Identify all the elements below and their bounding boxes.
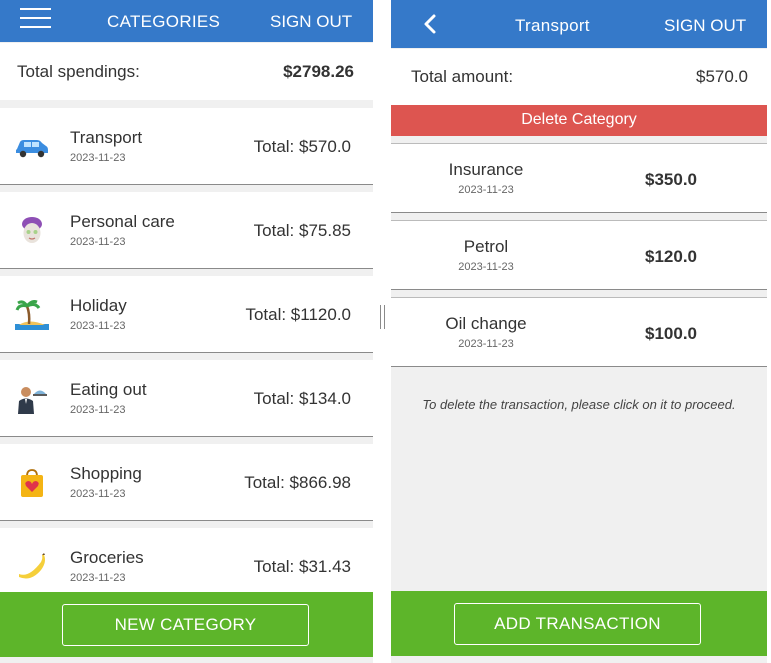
top-bar: CATEGORIES SIGN OUT xyxy=(0,0,373,42)
window-edge xyxy=(767,0,771,663)
category-name: Shopping xyxy=(70,464,142,483)
category-date: 2023-11-23 xyxy=(70,236,126,248)
category-name: Holiday xyxy=(70,296,127,315)
total-amount-label: Total amount: xyxy=(411,67,514,86)
category-total: Total: $570.0 xyxy=(253,137,351,156)
transaction-amount: $100.0 xyxy=(645,324,697,343)
category-date: 2023-11-23 xyxy=(70,488,126,500)
new-category-button[interactable]: NEW CATEGORY xyxy=(62,604,309,646)
transaction-date: 2023-11-23 xyxy=(458,261,514,273)
total-spendings-row: Total spendings: $2798.26 xyxy=(0,43,373,100)
delete-hint-text: To delete the transaction, please click … xyxy=(422,397,736,412)
resize-handle[interactable] xyxy=(380,305,385,329)
page-title: CATEGORIES xyxy=(107,12,221,31)
transaction-item-insurance[interactable]: Insurance 2023-11-23 $350.0 xyxy=(391,143,767,213)
total-amount-row: Total amount: $570.0 xyxy=(391,49,767,105)
transaction-date: 2023-11-23 xyxy=(458,338,514,350)
sign-out-button[interactable]: SIGN OUT xyxy=(664,16,746,36)
category-total: Total: $75.85 xyxy=(253,221,351,240)
bottom-bar: ADD TRANSACTION xyxy=(391,591,767,656)
top-bar: Transport SIGN OUT xyxy=(391,0,767,48)
transaction-amount: $120.0 xyxy=(645,247,697,266)
category-item-shopping[interactable]: Shopping 2023-11-23 Total: $866.98 xyxy=(0,444,373,521)
total-spendings-amount: $2798.26 xyxy=(283,62,354,81)
category-total: Total: $1120.0 xyxy=(245,305,351,324)
sign-out-button[interactable]: SIGN OUT xyxy=(270,12,352,32)
category-date: 2023-11-23 xyxy=(70,152,126,164)
bottom-bar: NEW CATEGORY xyxy=(0,592,373,657)
category-date: 2023-11-23 xyxy=(70,404,126,416)
category-item-transport[interactable]: Transport 2023-11-23 Total: $570.0 xyxy=(0,108,373,185)
category-item-personal-care[interactable]: Personal care 2023-11-23 Total: $75.85 xyxy=(0,192,373,269)
waiter-icon xyxy=(15,384,49,414)
category-detail-screen: Transport SIGN OUT Total amount: $570.0 … xyxy=(391,0,767,663)
transaction-item-petrol[interactable]: Petrol 2023-11-23 $120.0 xyxy=(391,220,767,290)
categories-screen: CATEGORIES SIGN OUT Total spendings: $27… xyxy=(0,0,373,663)
page-title: Transport xyxy=(515,16,590,35)
category-name: Eating out xyxy=(70,380,147,399)
face-mask-icon xyxy=(15,216,49,246)
category-name: Transport xyxy=(70,128,143,147)
car-icon xyxy=(15,132,49,162)
transaction-name: Petrol xyxy=(463,237,509,256)
category-date: 2023-11-23 xyxy=(70,320,126,332)
transaction-name: Oil change xyxy=(445,314,527,333)
category-name: Personal care xyxy=(70,212,175,231)
transaction-amount: $350.0 xyxy=(645,170,697,189)
total-spendings-label: Total spendings: xyxy=(17,62,140,81)
category-name: Groceries xyxy=(70,548,144,567)
palm-beach-icon xyxy=(15,300,49,330)
split-divider xyxy=(373,0,391,663)
category-item-eating-out[interactable]: Eating out 2023-11-23 Total: $134.0 xyxy=(0,360,373,437)
delete-category-button[interactable]: Delete Category xyxy=(391,105,767,136)
shopping-bag-icon xyxy=(15,468,49,498)
category-total: Total: $134.0 xyxy=(253,389,351,408)
transaction-name: Insurance xyxy=(448,160,524,179)
transaction-date: 2023-11-23 xyxy=(458,184,514,196)
category-total: Total: $31.43 xyxy=(253,557,351,576)
add-transaction-button[interactable]: ADD TRANSACTION xyxy=(454,603,701,645)
category-item-holiday[interactable]: Holiday 2023-11-23 Total: $1120.0 xyxy=(0,276,373,353)
transaction-item-oil-change[interactable]: Oil change 2023-11-23 $100.0 xyxy=(391,297,767,367)
banana-icon xyxy=(15,552,49,582)
menu-icon[interactable] xyxy=(20,8,51,28)
back-icon[interactable] xyxy=(421,13,441,35)
category-total: Total: $866.98 xyxy=(244,473,351,492)
category-date: 2023-11-23 xyxy=(70,572,126,584)
total-amount-value: $570.0 xyxy=(696,67,748,86)
